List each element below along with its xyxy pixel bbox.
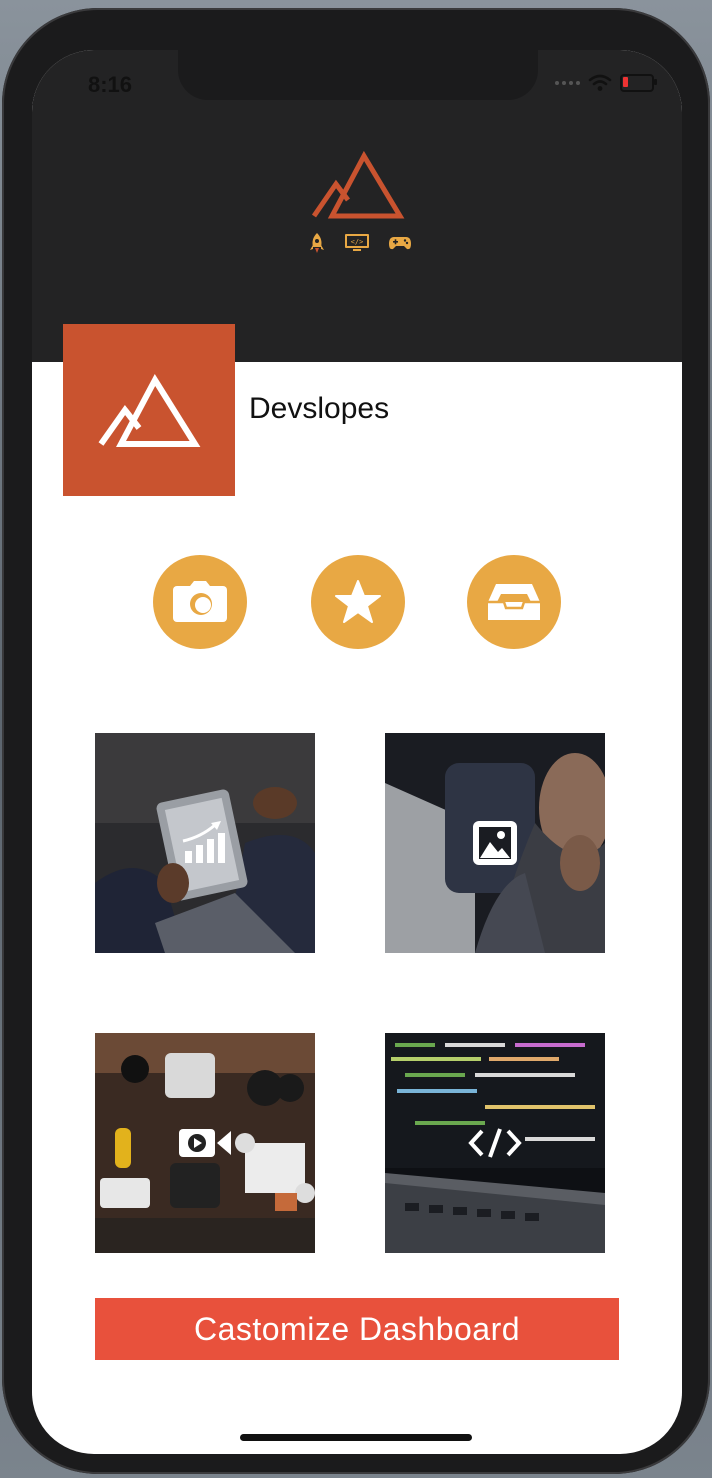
code-icon [468,1128,522,1158]
chart-icon [182,821,225,863]
device-notch [178,50,538,100]
camera-button[interactable] [153,555,247,649]
mountain-logo-icon [98,374,201,447]
favorites-button[interactable] [311,555,405,649]
battery-icon [620,74,657,92]
camera-icon [173,581,227,622]
wifi-icon [588,74,612,91]
mountain-logo-icon [311,150,405,219]
phone-frame: 8:16 </> Devslopes Castomize Dashboard [2,8,710,1474]
app-screen: 8:16 </> Devslopes Castomize Dashboard [32,50,682,1454]
star-icon [335,580,381,623]
status-indicators [555,74,657,92]
home-indicator[interactable] [240,1434,472,1441]
gamepad-icon [389,237,411,250]
video-icon [179,1129,231,1157]
cellular-signal-icon [555,81,580,85]
profile-logo [63,324,235,496]
code-tile[interactable] [385,1033,605,1253]
videos-tile[interactable] [95,1033,315,1253]
profile-name: Devslopes [249,392,390,425]
code-monitor-icon: </> [345,234,369,251]
inbox-icon [488,584,540,620]
header-mini-icons: </> [308,232,412,254]
status-time: 8:16 [88,72,133,97]
customize-dashboard-button[interactable]: Castomize Dashboard [95,1298,619,1360]
photos-tile[interactable] [385,733,605,953]
image-icon [473,821,517,865]
analytics-tile[interactable] [95,733,315,953]
app-header: 8:16 </> [32,50,682,362]
svg-text:</>: </> [351,238,364,246]
rocket-icon [310,233,324,253]
inbox-button[interactable] [467,555,561,649]
